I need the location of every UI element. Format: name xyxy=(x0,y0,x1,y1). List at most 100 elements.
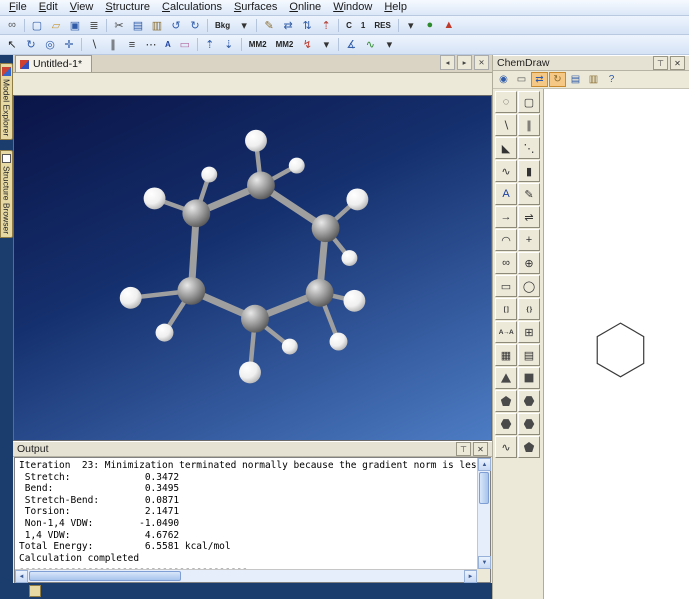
menu-item-calculations[interactable]: Calculations xyxy=(156,0,228,15)
paste-icon[interactable]: ▥ xyxy=(148,17,166,33)
model-display-dropdown-icon[interactable]: ▾ xyxy=(402,17,420,33)
chair-cyclohexane-ring-icon[interactable] xyxy=(518,413,540,435)
vertical-scroll-thumb[interactable] xyxy=(479,472,489,504)
chemdraw-pin-icon[interactable]: ⊤ xyxy=(653,56,668,70)
dock-tab-structure-browser[interactable]: Structure Browser xyxy=(0,150,13,238)
cut-icon[interactable]: ✂ xyxy=(110,17,128,33)
fit-window-icon[interactable]: ▭ xyxy=(513,72,530,87)
scroll-right-icon[interactable]: ► xyxy=(464,570,477,583)
new-model-icon[interactable]: ▢ xyxy=(28,17,46,33)
dashed-bond-icon[interactable]: ⋯ xyxy=(142,37,160,53)
eraser-icon[interactable]: ▭ xyxy=(176,37,194,53)
marquee-tool-icon[interactable]: ▢ xyxy=(518,91,540,113)
menu-item-online[interactable]: Online xyxy=(283,0,327,15)
acyclic-chain-tool-icon[interactable]: ∿ xyxy=(495,436,517,458)
hydrogen-atom[interactable] xyxy=(120,287,142,309)
background-dropdown-icon[interactable]: ▾ xyxy=(235,17,253,33)
symbol-tool-icon[interactable]: ⊕ xyxy=(518,252,540,274)
sync-to-2d-icon[interactable]: ⇄ xyxy=(531,72,548,87)
pen-tool-icon[interactable]: ✎ xyxy=(518,183,540,205)
mm2-dynamics-label[interactable]: MM2 xyxy=(272,37,298,53)
chart-icon[interactable]: ∿ xyxy=(361,37,379,53)
hydrogen-atom[interactable] xyxy=(346,188,368,210)
carbon-atom[interactable] xyxy=(177,277,205,305)
cyclohexane-ring-drawing[interactable] xyxy=(597,323,643,377)
3d-model-view[interactable] xyxy=(13,95,492,441)
hydrogen-atom[interactable] xyxy=(289,158,305,174)
background-label[interactable]: Bkg xyxy=(211,17,234,33)
save-icon[interactable]: ▣ xyxy=(66,17,84,33)
hydrogen-atom[interactable] xyxy=(245,130,267,152)
calculation-dropdown-icon[interactable]: ▾ xyxy=(317,37,335,53)
redo-icon[interactable]: ↻ xyxy=(186,17,204,33)
cyclopropane-ring-icon[interactable] xyxy=(495,367,517,389)
carbon-atom[interactable] xyxy=(312,214,340,242)
output-horizontal-scrollbar[interactable]: ◄ ► xyxy=(15,569,477,582)
pencil-icon[interactable]: ✎ xyxy=(260,17,278,33)
menu-item-surfaces[interactable]: Surfaces xyxy=(228,0,283,15)
output-vertical-scrollbar[interactable]: ▲ ▼ xyxy=(477,458,490,569)
output-close-icon[interactable]: ✕ xyxy=(473,442,488,456)
orbital-tool-icon[interactable]: ∞ xyxy=(495,252,517,274)
triple-bond-icon[interactable]: ≡ xyxy=(123,37,141,53)
run-icon[interactable]: ● xyxy=(421,17,439,33)
oval-tool-icon[interactable]: ◯ xyxy=(518,275,540,297)
menu-item-help[interactable]: Help xyxy=(378,0,413,15)
glasses-3d-icon[interactable]: ∞ xyxy=(3,17,21,33)
hydrogen-atom[interactable] xyxy=(239,361,261,383)
residue-label[interactable]: RES xyxy=(370,17,394,33)
analysis-tool-icon[interactable]: ▦ xyxy=(495,344,517,366)
output-pin-icon[interactable]: ⊤ xyxy=(456,442,471,456)
lasso-tool-icon[interactable]: ◌ xyxy=(495,91,517,113)
add-hydrogens-icon[interactable]: ⇡ xyxy=(201,37,219,53)
scroll-down-icon[interactable]: ▼ xyxy=(478,556,491,569)
reaction-scheme-tool-icon[interactable]: A→A xyxy=(495,321,517,343)
hydrogen-atom[interactable] xyxy=(144,187,166,209)
element-c-label[interactable]: C xyxy=(342,17,356,33)
cyclobutane-ring-icon[interactable] xyxy=(518,367,540,389)
stop-icon[interactable]: ▲ xyxy=(440,17,458,33)
hydrogen-atom[interactable] xyxy=(341,250,357,266)
translate-icon[interactable]: ✛ xyxy=(60,37,78,53)
select-arrow-icon[interactable]: ↖ xyxy=(3,37,21,53)
mm2-minimize-label[interactable]: MM2 xyxy=(245,37,271,53)
template-tool-icon[interactable]: ▤ xyxy=(518,344,540,366)
cyclopentane-ring-icon[interactable] xyxy=(495,390,517,412)
document-tab[interactable]: Untitled-1* xyxy=(15,55,92,72)
remove-hydrogens-icon[interactable]: ⇣ xyxy=(220,37,238,53)
tab-scroll-back-icon[interactable]: ◂ xyxy=(440,55,455,70)
chemdraw-canvas[interactable] xyxy=(544,89,689,599)
plus-tool-icon[interactable]: + xyxy=(518,229,540,251)
multiple-bond-tool-icon[interactable]: ∥ xyxy=(518,114,540,136)
single-bond-icon[interactable]: ∖ xyxy=(85,37,103,53)
table-tool-icon[interactable]: ⊞ xyxy=(518,321,540,343)
menu-item-file[interactable]: File xyxy=(3,0,33,15)
horizontal-scroll-thumb[interactable] xyxy=(29,571,181,581)
text-tool-icon[interactable]: A xyxy=(161,37,175,53)
minimize-energy-icon[interactable]: ↯ xyxy=(298,37,316,53)
tab-scroll-forward-icon[interactable]: ▸ xyxy=(457,55,472,70)
scroll-up-icon[interactable]: ▲ xyxy=(478,458,491,471)
scroll-left-icon[interactable]: ◄ xyxy=(15,570,28,583)
chemdraw-close-icon[interactable]: ✕ xyxy=(670,56,685,70)
charge-icon[interactable]: ⇡ xyxy=(317,17,335,33)
menu-item-view[interactable]: View xyxy=(64,0,100,15)
copy-icon[interactable]: ▤ xyxy=(129,17,147,33)
tools-dropdown-icon[interactable]: ▾ xyxy=(380,37,398,53)
rotate-icon[interactable]: ↻ xyxy=(22,37,40,53)
hydrogen-atom[interactable] xyxy=(156,324,174,342)
live-link-icon[interactable]: ◉ xyxy=(495,72,512,87)
bold-bond-tool-icon[interactable]: ▮ xyxy=(518,160,540,182)
arrow-tool-icon[interactable]: → xyxy=(495,206,517,228)
bracket-tool-icon[interactable]: [ ] xyxy=(495,298,517,320)
copy-structure-icon[interactable]: ▤ xyxy=(567,72,584,87)
cyclohexane-ring-icon[interactable] xyxy=(518,390,540,412)
wedge-bond-tool-icon[interactable]: ◣ xyxy=(495,137,517,159)
hash-bond-tool-icon[interactable]: ⋱ xyxy=(518,137,540,159)
carbon-atom[interactable] xyxy=(247,172,275,200)
help-icon[interactable]: ? xyxy=(603,72,620,87)
rectangle-tool-icon[interactable]: ▭ xyxy=(495,275,517,297)
open-icon[interactable]: ▱ xyxy=(47,17,65,33)
dihedral-icon[interactable]: ⇄ xyxy=(279,17,297,33)
menu-item-edit[interactable]: Edit xyxy=(33,0,64,15)
